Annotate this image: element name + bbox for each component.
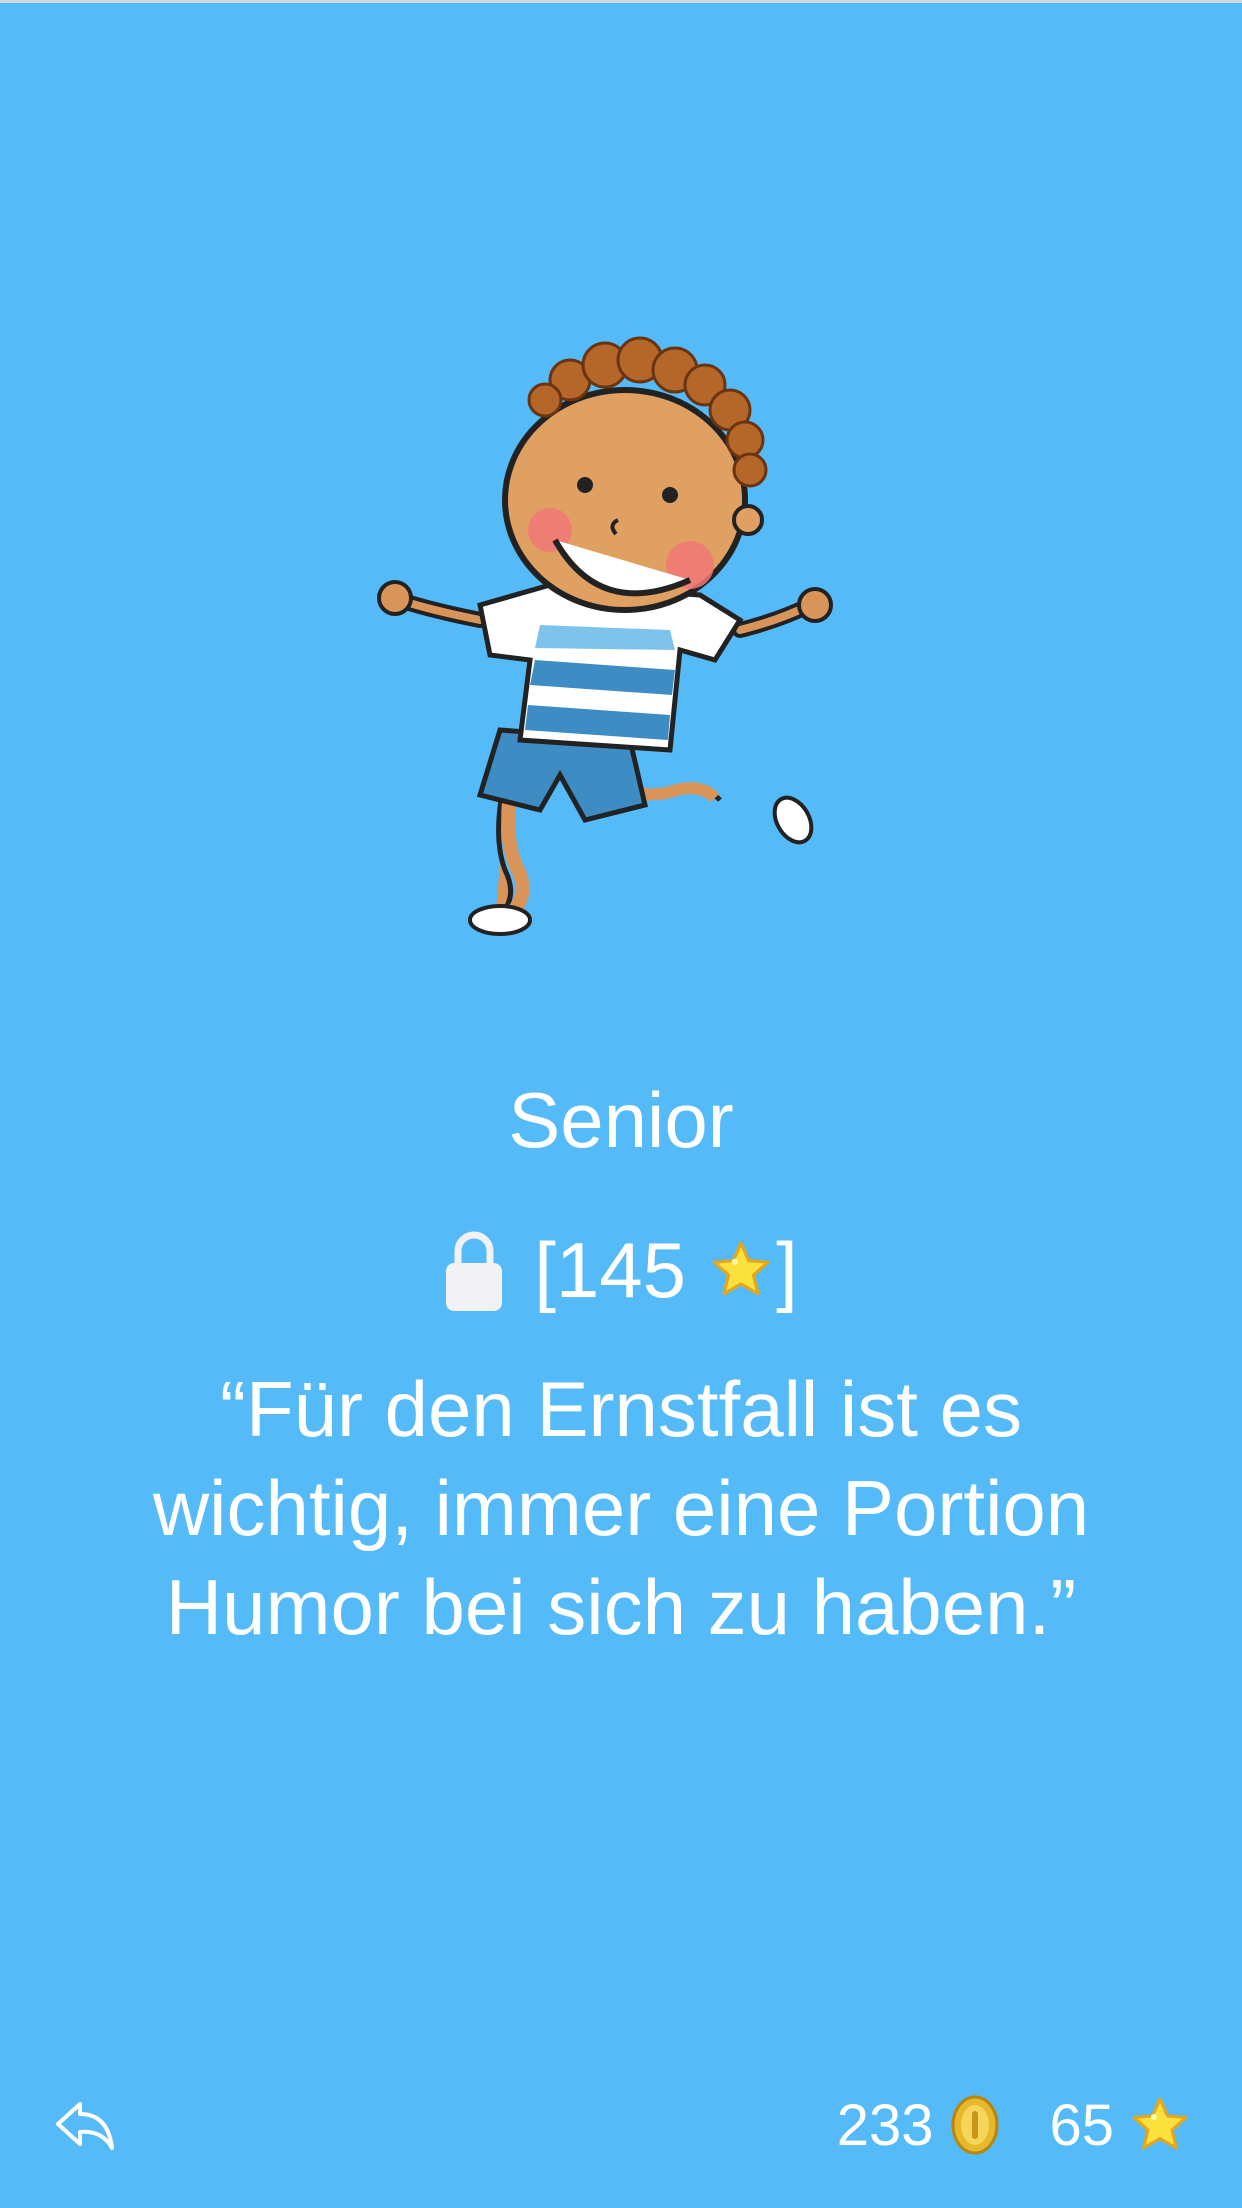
required-stars-count: 145 xyxy=(555,1225,687,1314)
level-quote: “Für den Ernstfall ist es wichtig, immer… xyxy=(152,1365,1090,1651)
level-title: Senior xyxy=(508,1076,734,1164)
star-icon xyxy=(712,1241,770,1296)
coin-count: 233 xyxy=(836,2092,934,2158)
character-illustration xyxy=(377,336,833,936)
star-count: 65 xyxy=(1049,2092,1114,2158)
bracket-open: [ xyxy=(534,1225,556,1314)
bracket-close: ] xyxy=(776,1225,798,1314)
lock-icon xyxy=(446,1231,503,1311)
stats-bar: 233 65 xyxy=(837,2090,1190,2160)
unlock-requirement: [ 145 ] xyxy=(0,1220,1242,1320)
coin-icon xyxy=(951,2095,999,2155)
reply-arrow-icon xyxy=(56,2102,114,2150)
back-button[interactable] xyxy=(50,2088,120,2158)
status-divider xyxy=(0,0,1242,3)
star-icon xyxy=(1132,2097,1188,2150)
